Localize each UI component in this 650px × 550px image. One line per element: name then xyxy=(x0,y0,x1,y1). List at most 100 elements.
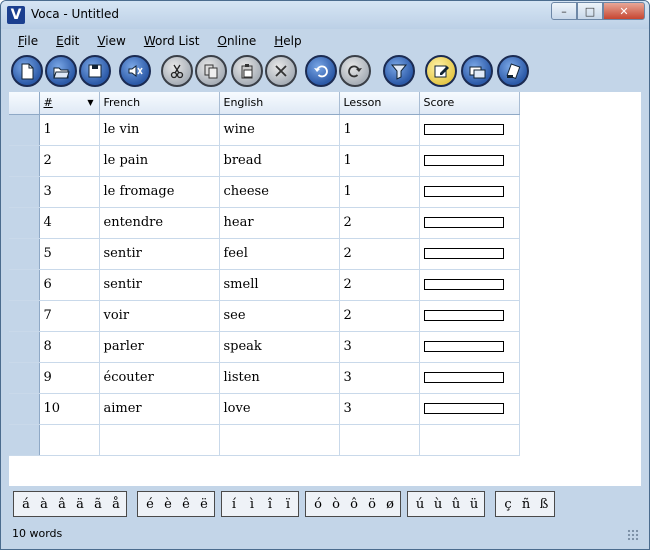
cell-lesson[interactable]: 2 xyxy=(339,269,420,301)
cell-number[interactable]: 5 xyxy=(39,238,100,270)
cell-lesson[interactable]: 2 xyxy=(339,300,420,332)
accent-key[interactable]: î xyxy=(261,497,279,512)
accent-key[interactable]: ï xyxy=(279,497,297,512)
cell-number[interactable]: 3 xyxy=(39,176,100,208)
cell-number[interactable]: 6 xyxy=(39,269,100,301)
accent-key[interactable]: í xyxy=(225,497,243,512)
table-row[interactable]: 6 sentir smell 2 xyxy=(9,269,520,301)
row-header[interactable] xyxy=(9,362,40,394)
cell-number[interactable]: 1 xyxy=(39,114,100,146)
accent-key[interactable]: ã xyxy=(89,497,107,512)
cell-french[interactable]: aimer xyxy=(99,393,220,425)
cell-lesson[interactable]: 1 xyxy=(339,176,420,208)
accent-key[interactable]: ß xyxy=(535,497,553,512)
redo-button[interactable] xyxy=(339,55,371,87)
menu-edit[interactable]: Edit xyxy=(47,34,88,48)
row-header[interactable] xyxy=(9,207,40,239)
row-header[interactable] xyxy=(9,114,40,146)
cell-english[interactable]: cheese xyxy=(219,176,340,208)
cell-french[interactable]: le pain xyxy=(99,145,220,177)
accent-key[interactable]: ë xyxy=(195,497,213,512)
accent-key[interactable]: ò xyxy=(327,497,345,512)
row-header[interactable] xyxy=(9,269,40,301)
cell-english[interactable]: listen xyxy=(219,362,340,394)
menu-online[interactable]: Online xyxy=(208,34,265,48)
delete-button[interactable] xyxy=(265,55,297,87)
row-header[interactable] xyxy=(9,393,40,425)
cell-english[interactable]: smell xyxy=(219,269,340,301)
table-row[interactable]: 1 le vin wine 1 xyxy=(9,114,520,146)
corner-cell[interactable] xyxy=(9,92,40,115)
cell-french[interactable]: parler xyxy=(99,331,220,363)
sound-button[interactable] xyxy=(119,55,151,87)
column-header-lesson[interactable]: Lesson xyxy=(339,92,420,115)
column-header-score[interactable]: Score xyxy=(419,92,520,115)
cell-english[interactable]: wine xyxy=(219,114,340,146)
cell-lesson[interactable]: 1 xyxy=(339,114,420,146)
title-bar[interactable]: V Voca - Untitled – □ ✕ xyxy=(1,1,649,29)
cell-number[interactable]: 8 xyxy=(39,331,100,363)
new-entry-row[interactable] xyxy=(9,424,520,456)
table-row[interactable]: 10 aimer love 3 xyxy=(9,393,520,425)
cell-lesson[interactable]: 3 xyxy=(339,362,420,394)
cell-english[interactable]: bread xyxy=(219,145,340,177)
save-button[interactable] xyxy=(79,55,111,87)
minimize-button[interactable]: – xyxy=(551,2,577,20)
cell-lesson[interactable]: 1 xyxy=(339,145,420,177)
empty-cell[interactable] xyxy=(39,424,100,456)
cell-french[interactable]: voir xyxy=(99,300,220,332)
menu-word-list[interactable]: Word List xyxy=(135,34,209,48)
table-row[interactable]: 8 parler speak 3 xyxy=(9,331,520,363)
accent-key[interactable]: ù xyxy=(429,497,447,512)
accent-key[interactable]: ô xyxy=(345,497,363,512)
word-grid-area[interactable]: # ▼ French English Lesson Score 1 le vin wi… xyxy=(9,92,641,486)
accent-key[interactable]: à xyxy=(35,497,53,512)
row-header[interactable] xyxy=(9,300,40,332)
accent-key[interactable]: ñ xyxy=(517,497,535,512)
empty-cell[interactable] xyxy=(219,424,340,456)
open-button[interactable] xyxy=(45,55,77,87)
accent-key[interactable]: ä xyxy=(71,497,89,512)
menu-view[interactable]: View xyxy=(88,34,134,48)
cell-french[interactable]: sentir xyxy=(99,269,220,301)
row-header[interactable] xyxy=(9,424,40,456)
cell-french[interactable]: sentir xyxy=(99,238,220,270)
accent-key[interactable]: é xyxy=(141,497,159,512)
accent-key[interactable]: â xyxy=(53,497,71,512)
accent-key[interactable]: ü xyxy=(465,497,483,512)
table-row[interactable]: 5 sentir feel 2 xyxy=(9,238,520,270)
cell-french[interactable]: écouter xyxy=(99,362,220,394)
row-header[interactable] xyxy=(9,145,40,177)
cell-french[interactable]: le fromage xyxy=(99,176,220,208)
accent-key[interactable]: ó xyxy=(309,497,327,512)
empty-cell[interactable] xyxy=(419,424,520,456)
table-row[interactable]: 9 écouter listen 3 xyxy=(9,362,520,394)
cut-button[interactable] xyxy=(161,55,193,87)
cell-french[interactable]: entendre xyxy=(99,207,220,239)
table-row[interactable]: 4 entendre hear 2 xyxy=(9,207,520,239)
cell-number[interactable]: 4 xyxy=(39,207,100,239)
accent-key[interactable]: ê xyxy=(177,497,195,512)
row-header[interactable] xyxy=(9,176,40,208)
cell-number[interactable]: 2 xyxy=(39,145,100,177)
cell-english[interactable]: feel xyxy=(219,238,340,270)
cell-french[interactable]: le vin xyxy=(99,114,220,146)
menu-file[interactable]: File xyxy=(9,34,47,48)
accent-key[interactable]: û xyxy=(447,497,465,512)
accent-key[interactable]: ì xyxy=(243,497,261,512)
cell-number[interactable]: 10 xyxy=(39,393,100,425)
maximize-button[interactable]: □ xyxy=(577,2,603,20)
cell-lesson[interactable]: 2 xyxy=(339,238,420,270)
filter-button[interactable] xyxy=(383,55,415,87)
accent-key[interactable]: ç xyxy=(499,497,517,512)
table-row[interactable]: 7 voir see 2 xyxy=(9,300,520,332)
cell-number[interactable]: 9 xyxy=(39,362,100,394)
cell-lesson[interactable]: 2 xyxy=(339,207,420,239)
table-row[interactable]: 2 le pain bread 1 xyxy=(9,145,520,177)
accent-key[interactable]: å xyxy=(107,497,125,512)
cell-number[interactable]: 7 xyxy=(39,300,100,332)
cell-lesson[interactable]: 3 xyxy=(339,393,420,425)
column-header-english[interactable]: English xyxy=(219,92,340,115)
edit-mode-button[interactable] xyxy=(425,55,457,87)
row-header[interactable] xyxy=(9,238,40,270)
